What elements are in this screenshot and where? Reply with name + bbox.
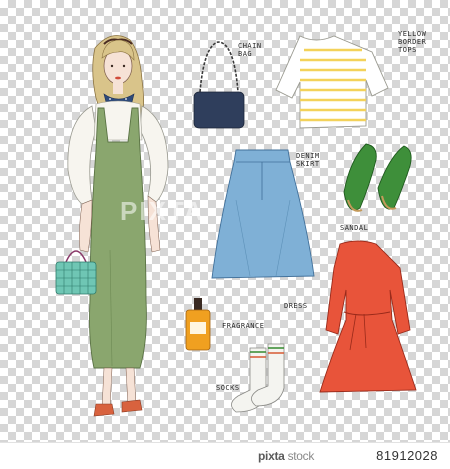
fragrance-bottle bbox=[185, 298, 211, 351]
label-denim-skirt: DENIM SKIRT bbox=[296, 152, 320, 168]
chain-bag bbox=[193, 41, 245, 129]
stock-logo-sub: stock bbox=[287, 449, 315, 463]
yellow-border-tops bbox=[275, 35, 389, 129]
stock-footer-bar: pixta stock 81912028 bbox=[0, 442, 450, 469]
stock-logo-main: pixta bbox=[258, 449, 285, 463]
stock-logo: pixta stock bbox=[258, 449, 314, 463]
woman-figure bbox=[55, 35, 169, 417]
label-chain-bag: CHAIN BAG bbox=[238, 42, 262, 58]
illustration-canvas bbox=[55, 35, 417, 417]
label-fragrance: FRAGRANCE bbox=[222, 322, 265, 330]
sandals bbox=[343, 143, 412, 212]
socks bbox=[231, 343, 285, 413]
label-yellow-border-tops: YELLOW BORDER TOPS bbox=[398, 30, 427, 54]
red-dress bbox=[319, 240, 417, 393]
denim-skirt bbox=[211, 149, 315, 279]
label-sandal: SANDAL bbox=[340, 224, 369, 232]
image-id: 81912028 bbox=[376, 448, 438, 463]
label-socks: SOCKS bbox=[216, 384, 240, 392]
label-dress: DRESS bbox=[284, 302, 308, 310]
